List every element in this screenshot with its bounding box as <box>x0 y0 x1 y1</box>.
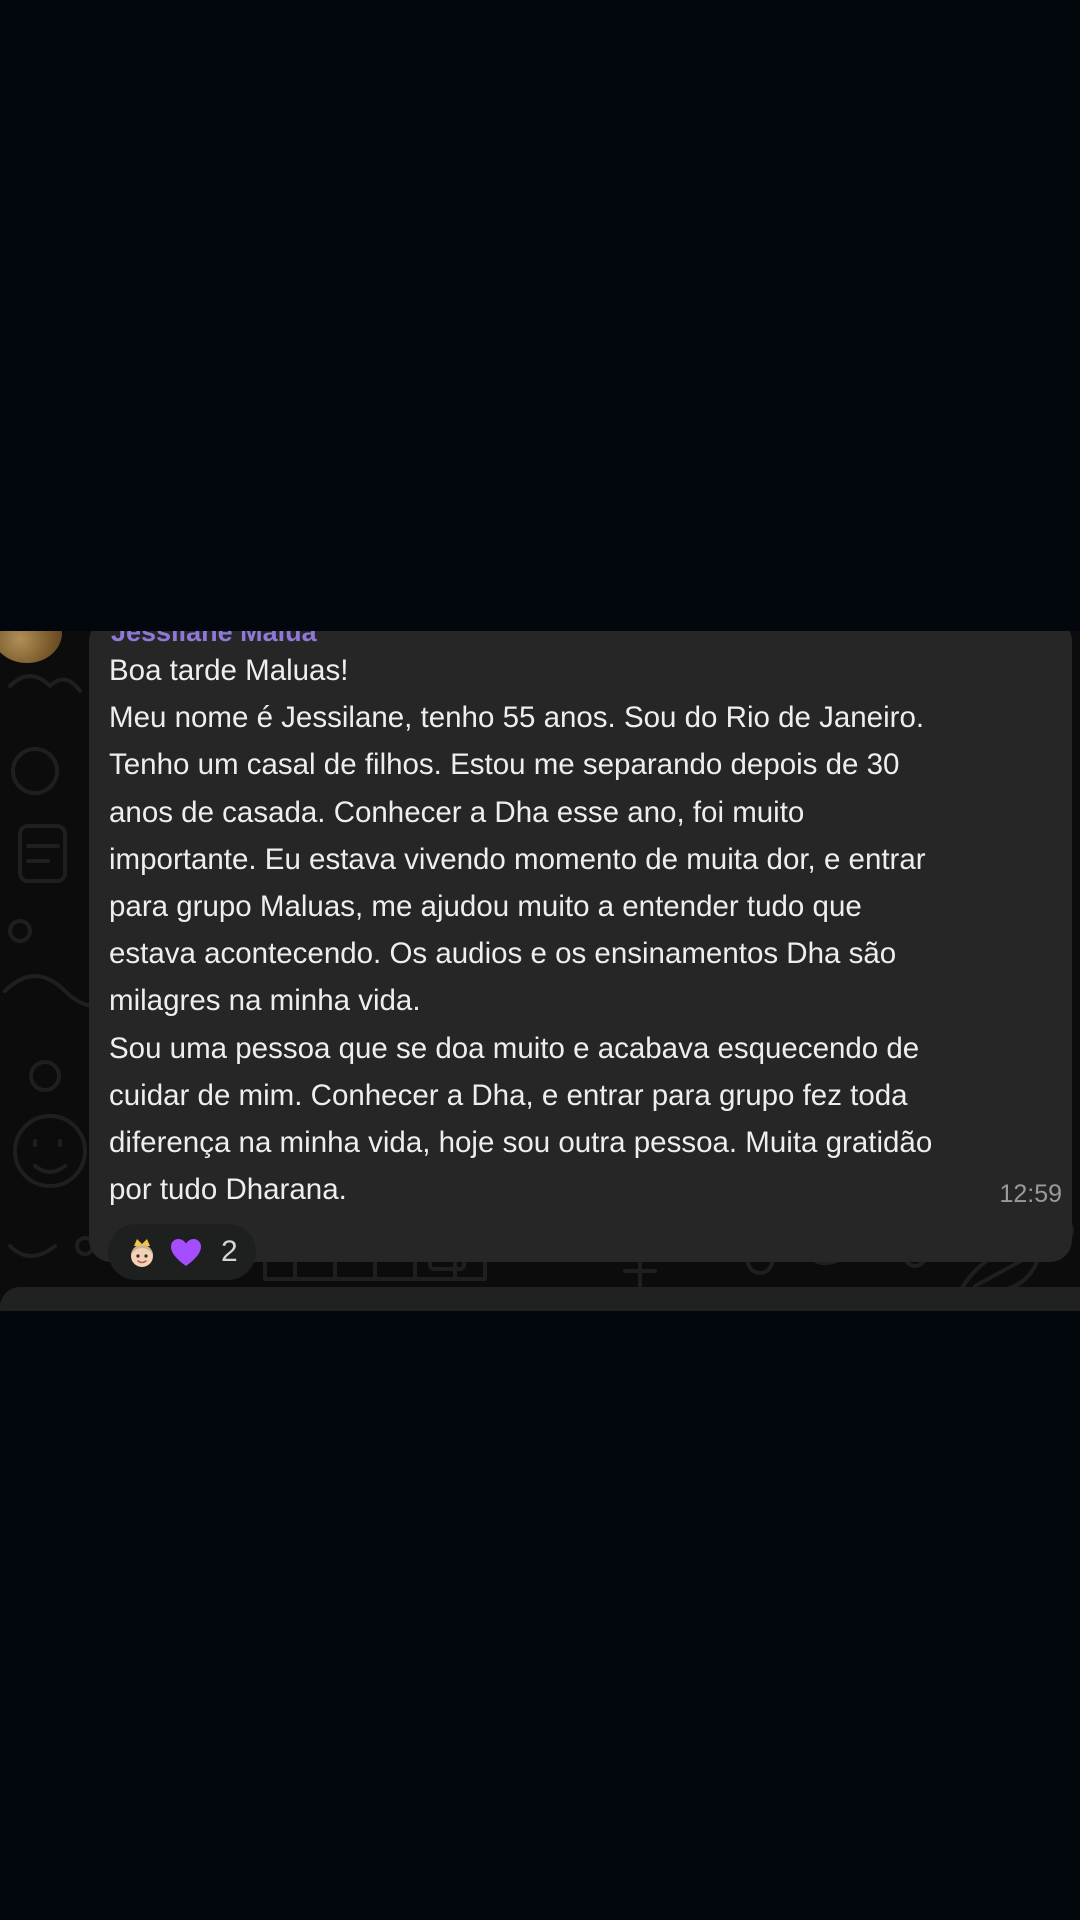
princess-emoji-icon <box>131 1239 153 1267</box>
message-line: diferença na minha vida, hoje sou outra … <box>109 1126 933 1160</box>
message-line: para grupo Maluas, me ajudou muito a ent… <box>109 890 862 924</box>
message-divider <box>0 1287 1080 1311</box>
message-bubble[interactable]: Jessilane Malua Boa tarde Maluas! Meu no… <box>89 631 1072 1262</box>
message-timestamp: 12:59 <box>999 1180 1062 1208</box>
message-line: Sou uma pessoa que se doa muito e acabav… <box>109 1031 920 1065</box>
reactions-pill[interactable]: 2 <box>108 1224 256 1280</box>
reaction-count: 2 <box>221 1235 238 1268</box>
message-line: estava acontecendo. Os audios e os ensin… <box>109 937 897 971</box>
message-line: Tenho um casal de filhos. Estou me separ… <box>109 748 900 782</box>
message-text: Boa tarde Maluas! Meu nome é Jessilane, … <box>109 647 1064 1213</box>
message-line: cuidar de mim. Conhecer a Dha, e entrar … <box>109 1078 908 1112</box>
message-line: por tudo Dharana. <box>109 1173 347 1207</box>
sender-name[interactable]: Jessilane Malua <box>111 631 317 647</box>
purple-heart-icon <box>171 1239 201 1266</box>
message-line: anos de casada. Conhecer a Dha esse ano,… <box>109 795 805 829</box>
message-line: Meu nome é Jessilane, tenho 55 anos. Sou… <box>109 701 925 735</box>
chat-area[interactable]: Jessilane Malua Boa tarde Maluas! Meu no… <box>0 631 1080 1311</box>
message-line: milagres na minha vida. <box>109 984 421 1018</box>
message-line: importante. Eu estava vivendo momento de… <box>109 842 926 876</box>
message-line: Boa tarde Maluas! <box>109 654 349 687</box>
